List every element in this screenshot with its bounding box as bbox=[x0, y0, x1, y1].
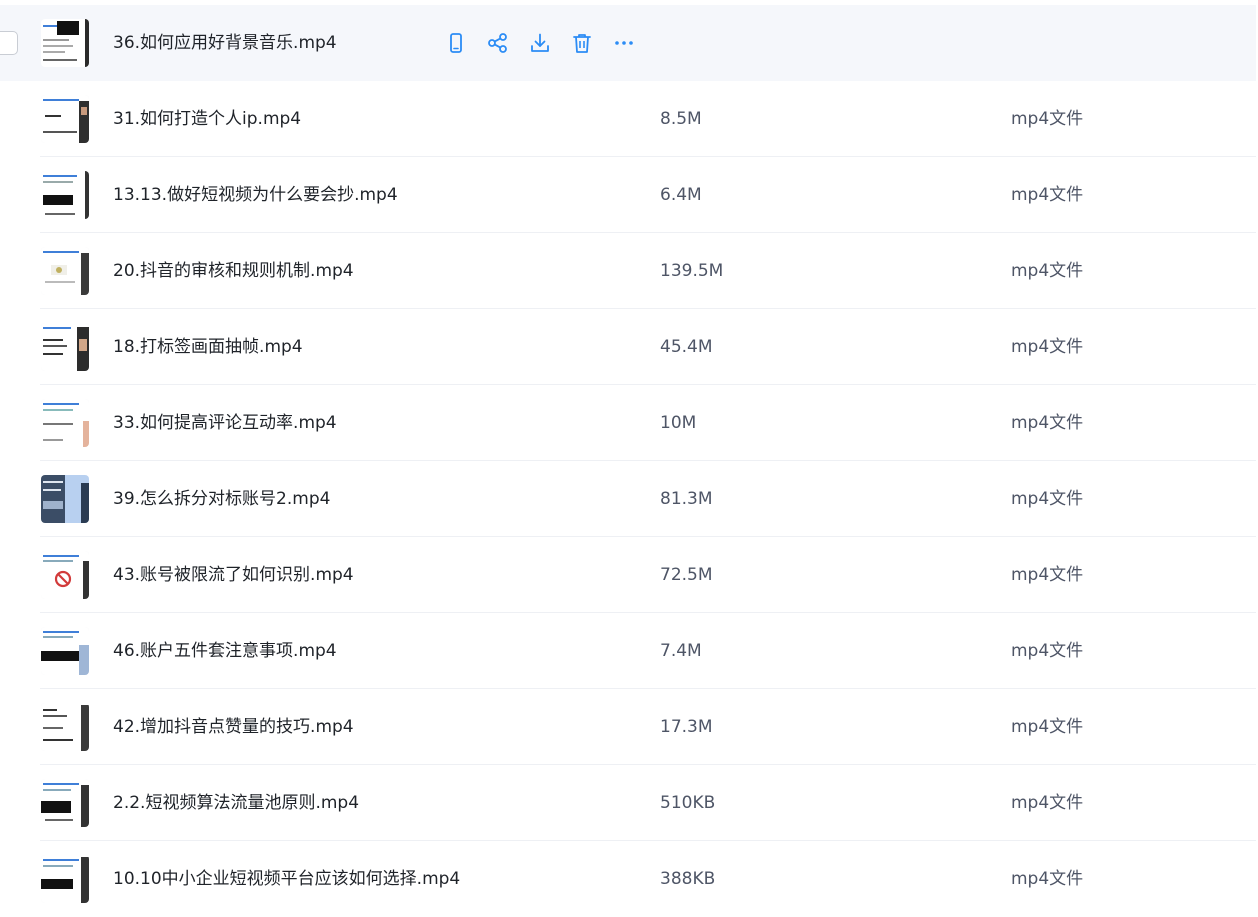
file-size: 510KB bbox=[660, 793, 716, 813]
file-type: mp4文件 bbox=[1011, 717, 1084, 737]
file-size: 388KB bbox=[660, 869, 716, 889]
download-button[interactable] bbox=[528, 31, 552, 55]
file-row-hovered[interactable]: 36.如何应用好背景音乐.mp4 bbox=[0, 5, 1256, 81]
video-thumbnail[interactable] bbox=[41, 475, 89, 523]
file-row[interactable]: 42.增加抖音点赞量的技巧.mp4 17.3M mp4文件 bbox=[0, 689, 1256, 765]
file-name[interactable]: 42.增加抖音点赞量的技巧.mp4 bbox=[113, 689, 354, 765]
file-list: 36.如何应用好背景音乐.mp4 31.如何打造个人ip.mp4 8.5M mp… bbox=[0, 5, 1256, 917]
file-size: 72.5M bbox=[660, 565, 713, 585]
file-row[interactable]: 10.10中小企业短视频平台应该如何选择.mp4 388KB mp4文件 bbox=[0, 841, 1256, 917]
file-name[interactable]: 2.2.短视频算法流量池原则.mp4 bbox=[113, 765, 359, 841]
file-type: mp4文件 bbox=[1011, 793, 1084, 813]
file-type: mp4文件 bbox=[1011, 565, 1084, 585]
file-name[interactable]: 46.账户五件套注意事项.mp4 bbox=[113, 613, 337, 689]
file-name[interactable]: 36.如何应用好背景音乐.mp4 bbox=[113, 5, 337, 81]
file-row[interactable]: 18.打标签画面抽帧.mp4 45.4M mp4文件 bbox=[0, 309, 1256, 385]
file-name[interactable]: 31.如何打造个人ip.mp4 bbox=[113, 81, 301, 157]
video-thumbnail[interactable] bbox=[41, 855, 89, 903]
file-row[interactable]: 46.账户五件套注意事项.mp4 7.4M mp4文件 bbox=[0, 613, 1256, 689]
video-thumbnail[interactable] bbox=[41, 171, 89, 219]
video-thumbnail[interactable] bbox=[41, 399, 89, 447]
file-name[interactable]: 13.13.做好短视频为什么要会抄.mp4 bbox=[113, 157, 398, 233]
file-name[interactable]: 43.账号被限流了如何识别.mp4 bbox=[113, 537, 354, 613]
file-type: mp4文件 bbox=[1011, 489, 1084, 509]
file-size: 139.5M bbox=[660, 261, 724, 281]
file-row[interactable]: 2.2.短视频算法流量池原则.mp4 510KB mp4文件 bbox=[0, 765, 1256, 841]
file-type: mp4文件 bbox=[1011, 641, 1084, 661]
file-type: mp4文件 bbox=[1011, 869, 1084, 889]
file-size: 45.4M bbox=[660, 337, 713, 357]
more-button[interactable] bbox=[612, 31, 636, 55]
delete-button[interactable] bbox=[570, 31, 594, 55]
phone-icon bbox=[445, 32, 467, 54]
file-type: mp4文件 bbox=[1011, 337, 1084, 357]
more-icon bbox=[613, 32, 635, 54]
file-row[interactable]: 13.13.做好短视频为什么要会抄.mp4 6.4M mp4文件 bbox=[0, 157, 1256, 233]
file-size: 81.3M bbox=[660, 489, 713, 509]
send-to-phone-button[interactable] bbox=[444, 31, 468, 55]
video-thumbnail[interactable] bbox=[41, 323, 89, 371]
file-type: mp4文件 bbox=[1011, 185, 1084, 205]
file-type: mp4文件 bbox=[1011, 413, 1084, 433]
video-thumbnail[interactable] bbox=[41, 19, 89, 67]
file-name[interactable]: 39.怎么拆分对标账号2.mp4 bbox=[113, 461, 330, 537]
file-type: mp4文件 bbox=[1011, 261, 1084, 281]
file-size: 10M bbox=[660, 413, 697, 433]
row-checkbox[interactable] bbox=[0, 31, 18, 55]
file-name[interactable]: 33.如何提高评论互动率.mp4 bbox=[113, 385, 337, 461]
video-thumbnail[interactable] bbox=[41, 627, 89, 675]
file-name[interactable]: 18.打标签画面抽帧.mp4 bbox=[113, 309, 303, 385]
file-size: 7.4M bbox=[660, 641, 702, 661]
file-size: 6.4M bbox=[660, 185, 702, 205]
file-row[interactable]: 33.如何提高评论互动率.mp4 10M mp4文件 bbox=[0, 385, 1256, 461]
video-thumbnail[interactable] bbox=[41, 95, 89, 143]
file-name[interactable]: 20.抖音的审核和规则机制.mp4 bbox=[113, 233, 354, 309]
file-row[interactable]: 31.如何打造个人ip.mp4 8.5M mp4文件 bbox=[0, 81, 1256, 157]
file-size: 8.5M bbox=[660, 109, 702, 129]
video-thumbnail[interactable] bbox=[41, 247, 89, 295]
file-size: 17.3M bbox=[660, 717, 713, 737]
share-icon bbox=[487, 32, 509, 54]
file-row[interactable]: 39.怎么拆分对标账号2.mp4 81.3M mp4文件 bbox=[0, 461, 1256, 537]
share-button[interactable] bbox=[486, 31, 510, 55]
row-actions bbox=[444, 31, 654, 55]
video-thumbnail[interactable] bbox=[41, 551, 89, 599]
file-name[interactable]: 10.10中小企业短视频平台应该如何选择.mp4 bbox=[113, 841, 460, 917]
file-row[interactable]: 20.抖音的审核和规则机制.mp4 139.5M mp4文件 bbox=[0, 233, 1256, 309]
file-type: mp4文件 bbox=[1011, 109, 1084, 129]
video-thumbnail[interactable] bbox=[41, 779, 89, 827]
download-icon bbox=[529, 32, 551, 54]
video-thumbnail[interactable] bbox=[41, 703, 89, 751]
trash-icon bbox=[571, 32, 593, 54]
file-row[interactable]: 43.账号被限流了如何识别.mp4 72.5M mp4文件 bbox=[0, 537, 1256, 613]
